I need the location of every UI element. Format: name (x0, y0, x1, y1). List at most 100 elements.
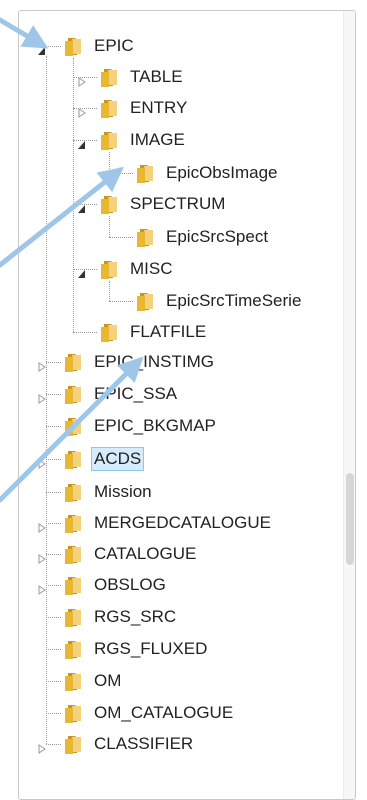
tree-connector-line (46, 713, 61, 714)
tree-connector-line (46, 649, 61, 650)
tree-node-label[interactable]: RGS_FLUXED (91, 637, 210, 661)
tree-connector-line (46, 459, 61, 460)
tree-connector-line (46, 426, 61, 427)
tree-connector-line (46, 744, 61, 745)
tree-node-label[interactable]: CLASSIFIER (91, 732, 196, 756)
tree-node-label[interactable]: FLATFILE (127, 320, 209, 344)
tree-node-label[interactable]: OM_CATALOGUE (91, 701, 236, 725)
folder-icon (63, 574, 85, 596)
tree-node-label[interactable]: RGS_SRC (91, 605, 179, 629)
tree-node-epic-instimg[interactable]: EPIC_INSTIMG (63, 349, 217, 375)
tree-node-label[interactable]: SPECTRUM (127, 192, 228, 216)
tree-connector-line (46, 523, 61, 524)
tree-node-label[interactable]: EpicObsImage (163, 161, 281, 185)
tree-node-label[interactable]: OM (91, 669, 124, 693)
tree-connector-line (46, 362, 61, 363)
expanded-triangle-icon[interactable] (77, 264, 87, 278)
tree-connector-line (46, 492, 61, 493)
collapsed-triangle-icon[interactable] (37, 389, 47, 404)
tree-node-epicobsimage[interactable]: EpicObsImage (135, 160, 281, 186)
tree-node-rgs-fluxed[interactable]: RGS_FLUXED (63, 636, 210, 662)
folder-icon (63, 543, 85, 565)
tree-node-obslog[interactable]: OBSLOG (63, 572, 169, 598)
tree-connector-line (46, 394, 61, 395)
collapsed-triangle-icon[interactable] (77, 103, 87, 118)
collapsed-triangle-icon[interactable] (37, 580, 47, 595)
tree-node-label[interactable]: EPIC_INSTIMG (91, 350, 217, 374)
folder-icon (63, 512, 85, 534)
expanded-triangle-icon[interactable] (77, 199, 87, 213)
tree-node-label[interactable]: IMAGE (127, 128, 188, 152)
folder-icon (63, 702, 85, 724)
tree-node-catalogue[interactable]: CATALOGUE (63, 541, 199, 567)
tree-node-epicsrcspect[interactable]: EpicSrcSpect (135, 224, 271, 250)
folder-icon (63, 638, 85, 660)
tree-node-image[interactable]: IMAGE (99, 127, 188, 153)
tree-node-epic-bkgmap[interactable]: EPIC_BKGMAP (63, 413, 219, 439)
folder-icon (135, 162, 157, 184)
tree-node-label[interactable]: EPIC (91, 34, 137, 58)
tree-node-label[interactable]: EpicSrcSpect (163, 225, 271, 249)
tree-node-om-catalogue[interactable]: OM_CATALOGUE (63, 700, 236, 726)
tree-node-label[interactable]: EPIC_SSA (91, 382, 180, 406)
collapsed-triangle-icon[interactable] (37, 454, 47, 469)
tree-node-classifier[interactable]: CLASSIFIER (63, 731, 196, 757)
tree-node-acds[interactable]: ACDS (63, 446, 145, 472)
tree-node-epic[interactable]: EPIC (63, 33, 137, 59)
tree-node-misc[interactable]: MISC (99, 256, 176, 282)
expanded-triangle-icon[interactable] (37, 41, 47, 55)
folder-icon (99, 97, 121, 119)
folder-icon (63, 383, 85, 405)
tree-connector-line (109, 237, 133, 238)
collapsed-triangle-icon[interactable] (37, 739, 47, 754)
tree-node-epic-ssa[interactable]: EPIC_SSA (63, 381, 180, 407)
tree-node-label[interactable]: ACDS (91, 447, 145, 471)
folder-icon (99, 258, 121, 280)
folder-icon (63, 481, 85, 503)
tree-connector-line (73, 332, 97, 333)
tree-connector-line (109, 216, 110, 237)
tree-node-label[interactable]: CATALOGUE (91, 542, 199, 566)
tree-connector-line (46, 46, 61, 47)
folder-icon (63, 448, 85, 470)
tree-node-epicsrctimeserie[interactable]: EpicSrcTimeSerie (135, 288, 304, 314)
tree-node-table[interactable]: TABLE (99, 64, 186, 90)
tree-node-label[interactable]: TABLE (127, 65, 186, 89)
collapsed-triangle-icon[interactable] (77, 72, 87, 87)
scrollbar-thumb[interactable] (346, 473, 354, 565)
folder-icon (63, 35, 85, 57)
collapsed-triangle-icon[interactable] (37, 518, 47, 533)
tree-connector-line (46, 617, 61, 618)
vertical-scrollbar[interactable] (343, 11, 355, 799)
expanded-triangle-icon[interactable] (77, 135, 87, 149)
tree-connector-line (109, 301, 133, 302)
tree-node-label[interactable]: ENTRY (127, 96, 190, 120)
folder-icon (63, 415, 85, 437)
folder-icon (63, 351, 85, 373)
tree-connector-line (73, 58, 74, 332)
tree-connector-line (46, 681, 61, 682)
tree-node-label[interactable]: MERGEDCATALOGUE (91, 511, 274, 535)
folder-icon (63, 733, 85, 755)
folder-icon (135, 226, 157, 248)
folder-icon (99, 129, 121, 151)
tree-panel: EPIC TABLE ENTRY IMAGE EpicObsImage SPECTRUM E… (18, 10, 356, 800)
tree-node-entry[interactable]: ENTRY (99, 95, 190, 121)
folder-icon (99, 193, 121, 215)
tree-node-label[interactable]: MISC (127, 257, 176, 281)
tree-node-om[interactable]: OM (63, 668, 124, 694)
tree-node-label[interactable]: Mission (91, 480, 155, 504)
tree-connector-line (46, 554, 61, 555)
tree-node-label[interactable]: OBSLOG (91, 573, 169, 597)
tree-connector-line (109, 281, 110, 301)
tree-node-rgs-src[interactable]: RGS_SRC (63, 604, 179, 630)
tree-node-mergedcatalogue[interactable]: MERGEDCATALOGUE (63, 510, 274, 536)
collapsed-triangle-icon[interactable] (37, 549, 47, 564)
tree-node-label[interactable]: EPIC_BKGMAP (91, 414, 219, 438)
tree-node-spectrum[interactable]: SPECTRUM (99, 191, 228, 217)
tree-node-flatfile[interactable]: FLATFILE (99, 319, 209, 345)
tree-node-label[interactable]: EpicSrcTimeSerie (163, 289, 304, 313)
collapsed-triangle-icon[interactable] (37, 357, 47, 372)
tree-node-mission[interactable]: Mission (63, 479, 155, 505)
tree-connector-line (109, 152, 110, 173)
